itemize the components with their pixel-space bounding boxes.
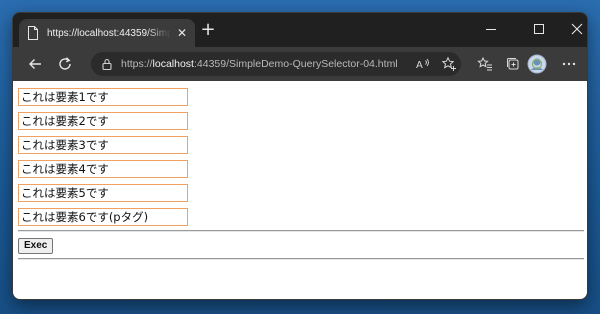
browser-tab[interactable]: https://localhost:44359/SimpleDemo-Query… [19, 19, 195, 47]
new-tab-button[interactable]: + [199, 21, 217, 39]
address-url: https://localhost:44359/SimpleDemo-Query… [121, 58, 398, 70]
title-bar: https://localhost:44359/SimpleDemo-Query… [13, 13, 587, 47]
element-6-p-tag: これは要素6です(pタグ) [18, 208, 188, 226]
divider-bottom [18, 258, 584, 260]
svg-text:A: A [416, 60, 423, 71]
exec-button[interactable]: Exec [18, 238, 54, 254]
lock-icon[interactable] [101, 58, 113, 70]
close-window-button[interactable] [567, 21, 587, 37]
element-2: これは要素2です [18, 112, 188, 130]
add-favorite-icon[interactable] [439, 54, 459, 74]
maximize-button[interactable] [529, 21, 549, 37]
element-3: これは要素3です [18, 136, 188, 154]
url-host: localhost [152, 58, 194, 70]
tab-title: https://localhost:44359/SimpleDemo-Query… [47, 27, 171, 39]
read-aloud-icon[interactable]: A [413, 54, 433, 74]
back-arrow-icon[interactable] [25, 54, 45, 74]
page-icon [27, 26, 39, 40]
refresh-icon[interactable] [55, 54, 75, 74]
address-bar[interactable]: https://localhost:44359/SimpleDemo-Query… [91, 52, 461, 76]
page-content: これは要素1です これは要素2です これは要素3です これは要素4です これは要… [13, 81, 587, 299]
url-path: :44359/SimpleDemo-QuerySelector-04.html [193, 58, 398, 70]
minimize-button[interactable] [481, 21, 501, 37]
more-options-icon[interactable] [559, 54, 579, 74]
element-5: これは要素5です [18, 184, 188, 202]
profile-avatar-icon[interactable] [527, 54, 547, 74]
divider-top [18, 230, 584, 232]
browser-toolbar: https://localhost:44359/SimpleDemo-Query… [13, 47, 587, 81]
close-tab-icon[interactable]: ✕ [177, 27, 187, 39]
element-1: これは要素1です [18, 88, 188, 106]
collections-icon[interactable] [503, 54, 523, 74]
favorites-icon[interactable] [475, 54, 495, 74]
url-scheme: https:// [121, 58, 153, 70]
browser-window: https://localhost:44359/SimpleDemo-Query… [12, 12, 588, 300]
element-4: これは要素4です [18, 160, 188, 178]
